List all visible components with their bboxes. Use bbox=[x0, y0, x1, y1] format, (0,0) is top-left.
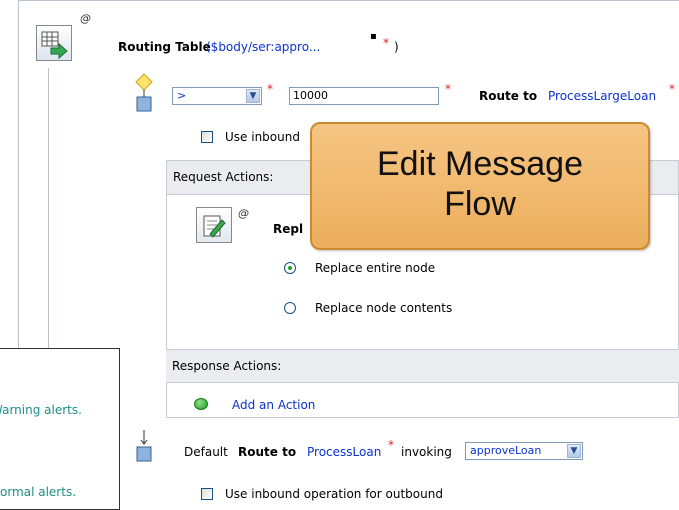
replace-node-contents-radio[interactable] bbox=[284, 302, 296, 314]
default-route-target-link[interactable]: ProcessLoan bbox=[307, 445, 381, 459]
replace-action-label: Repl bbox=[273, 222, 304, 236]
warning-alerts-text: Warning alerts. bbox=[0, 403, 82, 417]
operator-required: * bbox=[267, 82, 273, 96]
operator-select[interactable]: > ▼ bbox=[172, 87, 262, 105]
replace-entire-node-radio[interactable] bbox=[284, 262, 296, 274]
edit-message-flow-callout: Edit Message Flow bbox=[310, 122, 650, 250]
replace-entire-node-label: Replace entire node bbox=[315, 261, 436, 275]
alerts-box: Warning alerts. Normal alerts. bbox=[0, 348, 120, 510]
route-target-link[interactable]: ProcessLargeLoan bbox=[548, 89, 656, 103]
add-action-link[interactable]: Add an Action bbox=[232, 398, 315, 412]
default-route-required: * bbox=[388, 438, 394, 452]
info-icon[interactable]: ▪ bbox=[370, 31, 377, 42]
request-actions-label: Request Actions: bbox=[173, 170, 274, 184]
invoking-label: invoking bbox=[401, 445, 452, 459]
default-route-icon bbox=[136, 430, 152, 467]
add-action-icon[interactable] bbox=[194, 398, 208, 410]
replace-action-icon[interactable] bbox=[196, 207, 232, 243]
use-inbound-checkbox[interactable] bbox=[201, 131, 213, 143]
chevron-down-icon[interactable]: ▼ bbox=[567, 444, 581, 458]
chevron-down-icon[interactable]: ▼ bbox=[246, 89, 260, 103]
routing-table-expression[interactable]: ($body/ser:appro... bbox=[206, 40, 320, 54]
default-route-to-label: Route to bbox=[238, 445, 297, 459]
routing-table-expression-close: ) bbox=[394, 40, 399, 54]
replace-action-annotation[interactable]: @ bbox=[238, 207, 249, 220]
callout-line-2: Flow bbox=[444, 185, 516, 223]
required-marker: * bbox=[383, 36, 389, 50]
value-required: * bbox=[445, 82, 451, 96]
route-to-label: Route to bbox=[479, 89, 538, 103]
response-actions-label: Response Actions: bbox=[172, 359, 282, 373]
default-label: Default bbox=[184, 445, 228, 459]
default-use-inbound-label: Use inbound operation for outbound bbox=[225, 487, 443, 501]
routing-table-annotation[interactable]: @ bbox=[80, 12, 91, 25]
default-use-inbound-checkbox[interactable] bbox=[201, 488, 213, 500]
operation-value: approveLoan bbox=[470, 444, 542, 457]
use-inbound-label: Use inbound bbox=[225, 130, 300, 144]
condition-value-input[interactable]: 10000 bbox=[289, 87, 439, 105]
replace-node-contents-label: Replace node contents bbox=[315, 301, 453, 315]
callout-line-1: Edit Message bbox=[377, 145, 583, 183]
operation-select[interactable]: approveLoan ▼ bbox=[465, 442, 583, 460]
routing-table-icon[interactable] bbox=[36, 25, 72, 61]
route-required: * bbox=[669, 82, 675, 96]
routing-table-label: Routing Table bbox=[118, 40, 211, 54]
operator-value: > bbox=[177, 89, 187, 102]
route-condition-icon bbox=[134, 73, 154, 116]
response-actions-header: Response Actions: bbox=[166, 349, 679, 383]
normal-alerts-text: Normal alerts. bbox=[0, 485, 77, 499]
